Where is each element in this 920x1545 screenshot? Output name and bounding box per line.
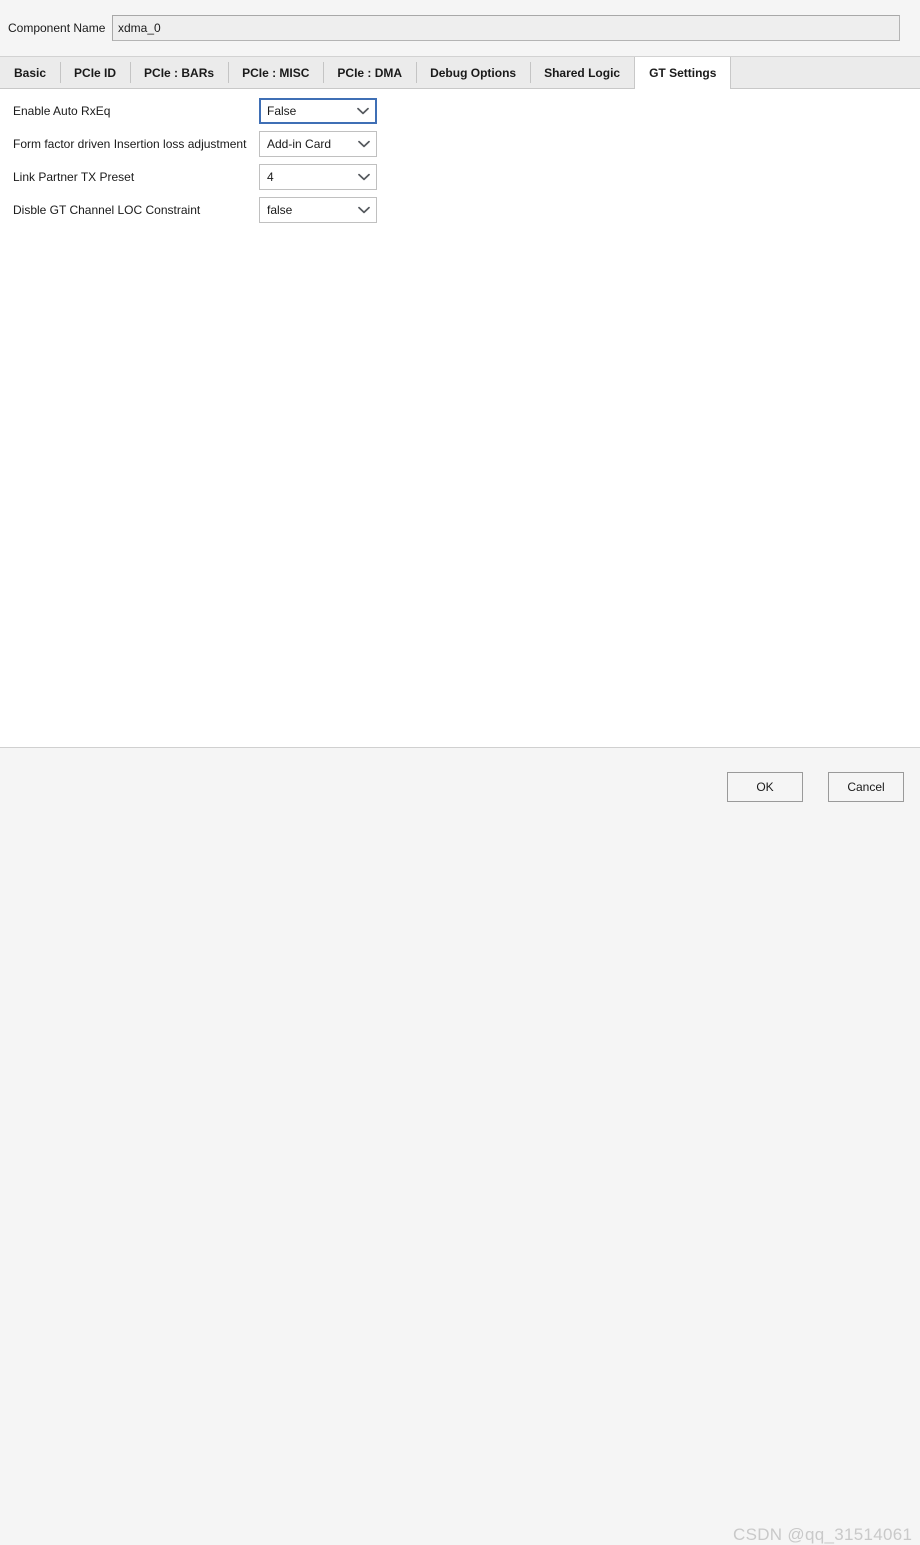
- tab-pcie-misc[interactable]: PCIe : MISC: [228, 57, 323, 88]
- tab-pcie-id[interactable]: PCIe ID: [60, 57, 130, 88]
- label-form-factor-insertion-loss: Form factor driven Insertion loss adjust…: [13, 137, 247, 151]
- dropdown-disable-gt-channel-loc-constraint[interactable]: false: [259, 197, 377, 223]
- ok-button[interactable]: OK: [727, 772, 803, 802]
- chevron-down-icon: [352, 165, 376, 189]
- tab-debug-options[interactable]: Debug Options: [416, 57, 530, 88]
- label-link-partner-tx-preset: Link Partner TX Preset: [13, 170, 135, 184]
- footer-bar: OK Cancel CSDN @qq_31514061: [0, 749, 920, 1544]
- dropdown-link-partner-tx-preset[interactable]: 4: [259, 164, 377, 190]
- dropdown-value-disable-gt-channel-loc-constraint: false: [267, 203, 293, 217]
- gt-settings-panel: Enable Auto RxEq False Form factor driven …: [0, 89, 920, 748]
- chevron-down-icon: [352, 132, 376, 156]
- tab-pcie-bars[interactable]: PCIe : BARs: [130, 57, 228, 88]
- tab-basic[interactable]: Basic: [0, 57, 60, 88]
- header-bar: Component Name: [0, 0, 920, 56]
- chevron-down-icon: [351, 99, 375, 123]
- dropdown-form-factor-insertion-loss[interactable]: Add-in Card: [259, 131, 377, 157]
- cancel-button[interactable]: Cancel: [828, 772, 904, 802]
- label-disable-gt-channel-loc-constraint: Disble GT Channel LOC Constraint: [13, 203, 201, 217]
- dropdown-value-form-factor-insertion-loss: Add-in Card: [267, 137, 332, 151]
- tab-gt-settings[interactable]: GT Settings: [634, 57, 732, 89]
- tab-shared-logic[interactable]: Shared Logic: [530, 57, 634, 88]
- label-enable-auto-rxeq: Enable Auto RxEq: [13, 104, 111, 118]
- chevron-down-icon: [352, 198, 376, 222]
- tab-strip: Basic PCIe ID PCIe : BARs PCIe : MISC PCIe :…: [0, 56, 920, 89]
- dropdown-enable-auto-rxeq[interactable]: False: [259, 98, 377, 124]
- component-name-input[interactable]: [112, 15, 900, 41]
- dropdown-value-enable-auto-rxeq: False: [267, 104, 297, 118]
- component-name-label: Component Name: [8, 21, 106, 35]
- tab-pcie-dma[interactable]: PCIe : DMA: [323, 57, 416, 88]
- dropdown-value-link-partner-tx-preset: 4: [267, 170, 274, 184]
- csdn-watermark: CSDN @qq_31514061: [733, 1525, 913, 1544]
